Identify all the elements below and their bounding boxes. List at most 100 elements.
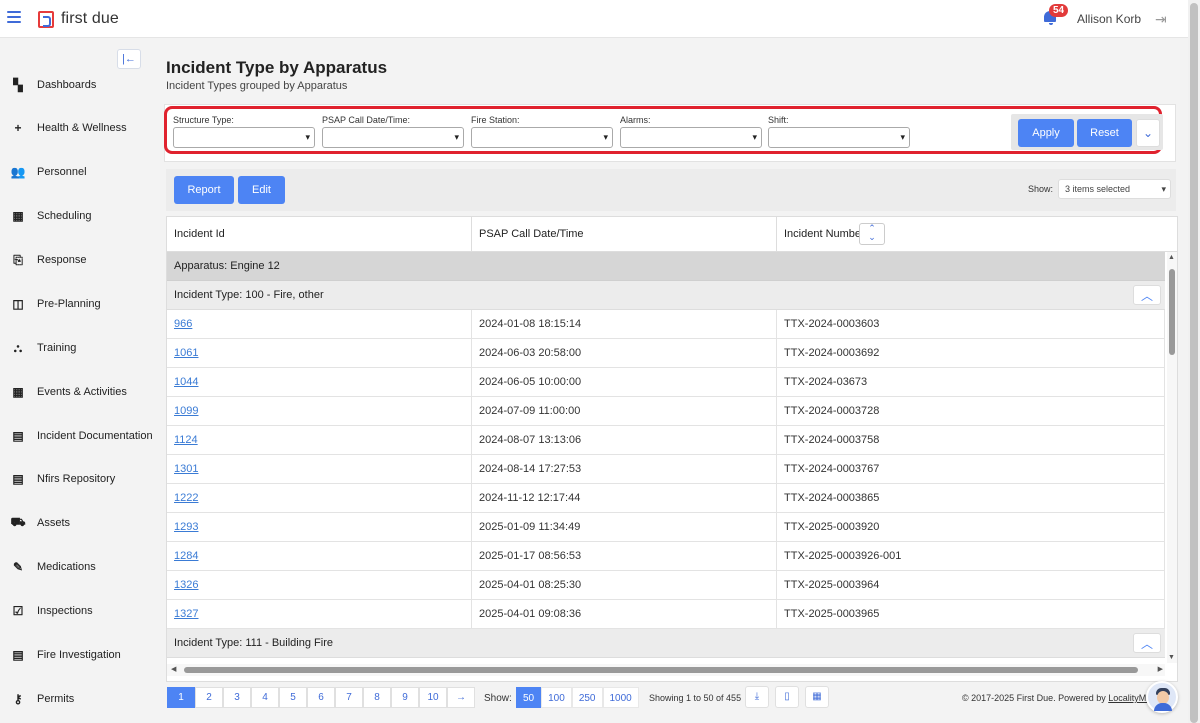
- sidebar-item-label: Dashboards: [37, 79, 97, 91]
- fire-station-select[interactable]: [471, 127, 613, 148]
- incident-id-link[interactable]: 1301: [174, 463, 198, 475]
- page-button[interactable]: 9: [391, 687, 419, 708]
- incident-id-link[interactable]: 1124: [174, 434, 198, 446]
- psap-call-cell: 2024-08-07 13:13:06: [472, 426, 777, 455]
- chat-assistant-avatar[interactable]: [1146, 681, 1178, 713]
- per-page-option[interactable]: 1000: [602, 687, 639, 708]
- structure-type-filter: Structure Type:: [173, 115, 315, 148]
- copyright: © 2017-2025 First Due. Powered by Locali…: [962, 693, 1152, 703]
- page-button[interactable]: 10: [419, 687, 447, 708]
- sidebar-item-label: Medications: [37, 561, 96, 573]
- incident-id-link[interactable]: 1044: [174, 376, 198, 388]
- key-icon: ⚷: [13, 692, 23, 706]
- sidebar-item-response[interactable]: ⎘ Response: [0, 245, 156, 275]
- sidebar-item-label: Inspections: [37, 605, 93, 617]
- excel-icon[interactable]: ▦: [805, 686, 829, 708]
- sidebar-item-inspections[interactable]: ☑ Inspections: [0, 596, 156, 626]
- column-incident-number[interactable]: Incident Number: [777, 217, 1177, 252]
- page-button[interactable]: 5: [279, 687, 307, 708]
- menu-icon[interactable]: [7, 11, 21, 23]
- sidebar-item-incident-documentation[interactable]: ▤ Incident Documentation: [0, 421, 156, 451]
- table-row: 1327 2025-04-01 09:08:36 TTX-2025-0003965: [167, 600, 1165, 629]
- powered-by-link[interactable]: LocalityMe: [1108, 693, 1151, 703]
- page-button[interactable]: 2: [195, 687, 223, 708]
- sidebar-item-nfirs-repository[interactable]: ▤ Nfirs Repository: [0, 464, 156, 494]
- table-horizontal-scrollbar[interactable]: ◀ ▶: [167, 664, 1165, 676]
- psap-call-cell: 2025-01-17 08:56:53: [472, 542, 777, 571]
- window-scrollbar[interactable]: [1188, 0, 1200, 723]
- fire-station-filter: Fire Station:: [471, 115, 613, 148]
- sidebar-item-permits[interactable]: ⚷ Permits: [0, 684, 156, 714]
- incident-id-link[interactable]: 1284: [174, 550, 198, 562]
- sidebar-item-pre-planning[interactable]: ◫ Pre-Planning: [0, 289, 156, 319]
- sidebar-item-fire-investigation[interactable]: ▤ Fire Investigation: [0, 640, 156, 670]
- clipboard-check-icon: ☑: [12, 604, 24, 618]
- incident-id-link[interactable]: 966: [174, 318, 192, 330]
- page-button[interactable]: 3: [223, 687, 251, 708]
- collapse-expand-icon[interactable]: ⌃ ⌄: [859, 223, 885, 245]
- per-page-options: 50 100 250 1000: [516, 687, 639, 708]
- edit-button[interactable]: Edit: [238, 176, 285, 204]
- table-body: Apparatus: Engine 12 Incident Type: 100 …: [167, 252, 1165, 658]
- sidebar-item-training[interactable]: ⛬ Training: [0, 333, 156, 363]
- column-psap-call[interactable]: PSAP Call Date/Time: [472, 217, 777, 252]
- sidebar-item-personnel[interactable]: 👥 Personnel: [0, 157, 156, 187]
- sidebar-item-medications[interactable]: ✎ Medications: [0, 552, 156, 582]
- incident-number-cell: TTX-2024-0003767: [777, 455, 1165, 484]
- per-page-option[interactable]: 50: [516, 687, 542, 708]
- page-button[interactable]: 1: [167, 687, 195, 708]
- shift-select[interactable]: [768, 127, 910, 148]
- incident-id-link[interactable]: 1099: [174, 405, 198, 417]
- page-button[interactable]: 8: [363, 687, 391, 708]
- sidebar-item-health-wellness[interactable]: + Health & Wellness: [0, 113, 156, 143]
- psap-call-cell: 2024-06-05 10:00:00: [472, 368, 777, 397]
- table-row: 1284 2025-01-17 08:56:53 TTX-2025-0003926-…: [167, 542, 1165, 571]
- people-icon: 👥: [10, 165, 26, 179]
- user-name[interactable]: Allison Korb: [1077, 12, 1141, 26]
- sidebar-item-assets[interactable]: ⛟ Assets: [0, 508, 156, 538]
- next-page-button[interactable]: →: [447, 687, 475, 708]
- sidebar-item-dashboards[interactable]: ▚ Dashboards: [0, 70, 156, 100]
- table-vertical-scrollbar[interactable]: ▲ ▼: [1167, 252, 1177, 663]
- psap-call-cell: 2025-04-01 09:08:36: [472, 600, 777, 629]
- per-page-option[interactable]: 100: [541, 687, 572, 708]
- report-button[interactable]: Report: [174, 176, 234, 204]
- page-button[interactable]: 7: [335, 687, 363, 708]
- chevron-up-icon[interactable]: ︿: [1133, 285, 1161, 305]
- collapse-sidebar-button[interactable]: |←: [117, 49, 141, 69]
- sidebar: |← ▚ Dashboards + Health & Wellness 👥 Personn…: [0, 38, 156, 723]
- alarms-select[interactable]: [620, 127, 762, 148]
- table-header: Incident Id PSAP Call Date/Time Incident…: [167, 217, 1177, 252]
- incident-number-cell: TTX-2024-0003758: [777, 426, 1165, 455]
- show-columns-select[interactable]: 3 items selected: [1058, 179, 1171, 199]
- incident-number-cell: TTX-2025-0003964: [777, 571, 1165, 600]
- chevron-up-icon[interactable]: ︿: [1133, 633, 1161, 653]
- column-incident-id[interactable]: Incident Id: [167, 217, 472, 252]
- per-page-option[interactable]: 250: [571, 687, 603, 708]
- sidebar-item-scheduling[interactable]: ▦ Scheduling: [0, 201, 156, 231]
- report-toolbar: [166, 169, 1176, 211]
- incident-id-link[interactable]: 1326: [174, 579, 198, 591]
- pdf-icon[interactable]: ▯: [775, 686, 799, 708]
- reset-button[interactable]: Reset: [1077, 119, 1132, 147]
- psap-call-cell: 2024-07-09 11:00:00: [472, 397, 777, 426]
- logout-icon[interactable]: ⇥: [1155, 11, 1167, 28]
- incident-id-link[interactable]: 1293: [174, 521, 198, 533]
- page-button[interactable]: 6: [307, 687, 335, 708]
- page-button[interactable]: 4: [251, 687, 279, 708]
- psap-call-cell: 2024-06-03 20:58:00: [472, 339, 777, 368]
- download-icon[interactable]: ⤓: [745, 686, 769, 708]
- response-icon: ⎘: [13, 252, 23, 267]
- table-row: 1044 2024-06-05 10:00:00 TTX-2024-03673: [167, 368, 1165, 397]
- logo[interactable]: first due: [38, 10, 119, 28]
- apply-button[interactable]: Apply: [1018, 119, 1074, 147]
- sidebar-item-events-activities[interactable]: ▦ Events & Activities: [0, 377, 156, 407]
- psap-call-cell: 2024-01-08 18:15:14: [472, 310, 777, 339]
- incident-number-cell: TTX-2024-0003728: [777, 397, 1165, 426]
- incident-id-link[interactable]: 1061: [174, 347, 198, 359]
- structure-type-select[interactable]: [173, 127, 315, 148]
- incident-id-link[interactable]: 1327: [174, 608, 198, 620]
- chevron-down-icon[interactable]: ⌄: [1136, 119, 1160, 147]
- psap-call-select[interactable]: [322, 127, 464, 148]
- incident-id-link[interactable]: 1222: [174, 492, 198, 504]
